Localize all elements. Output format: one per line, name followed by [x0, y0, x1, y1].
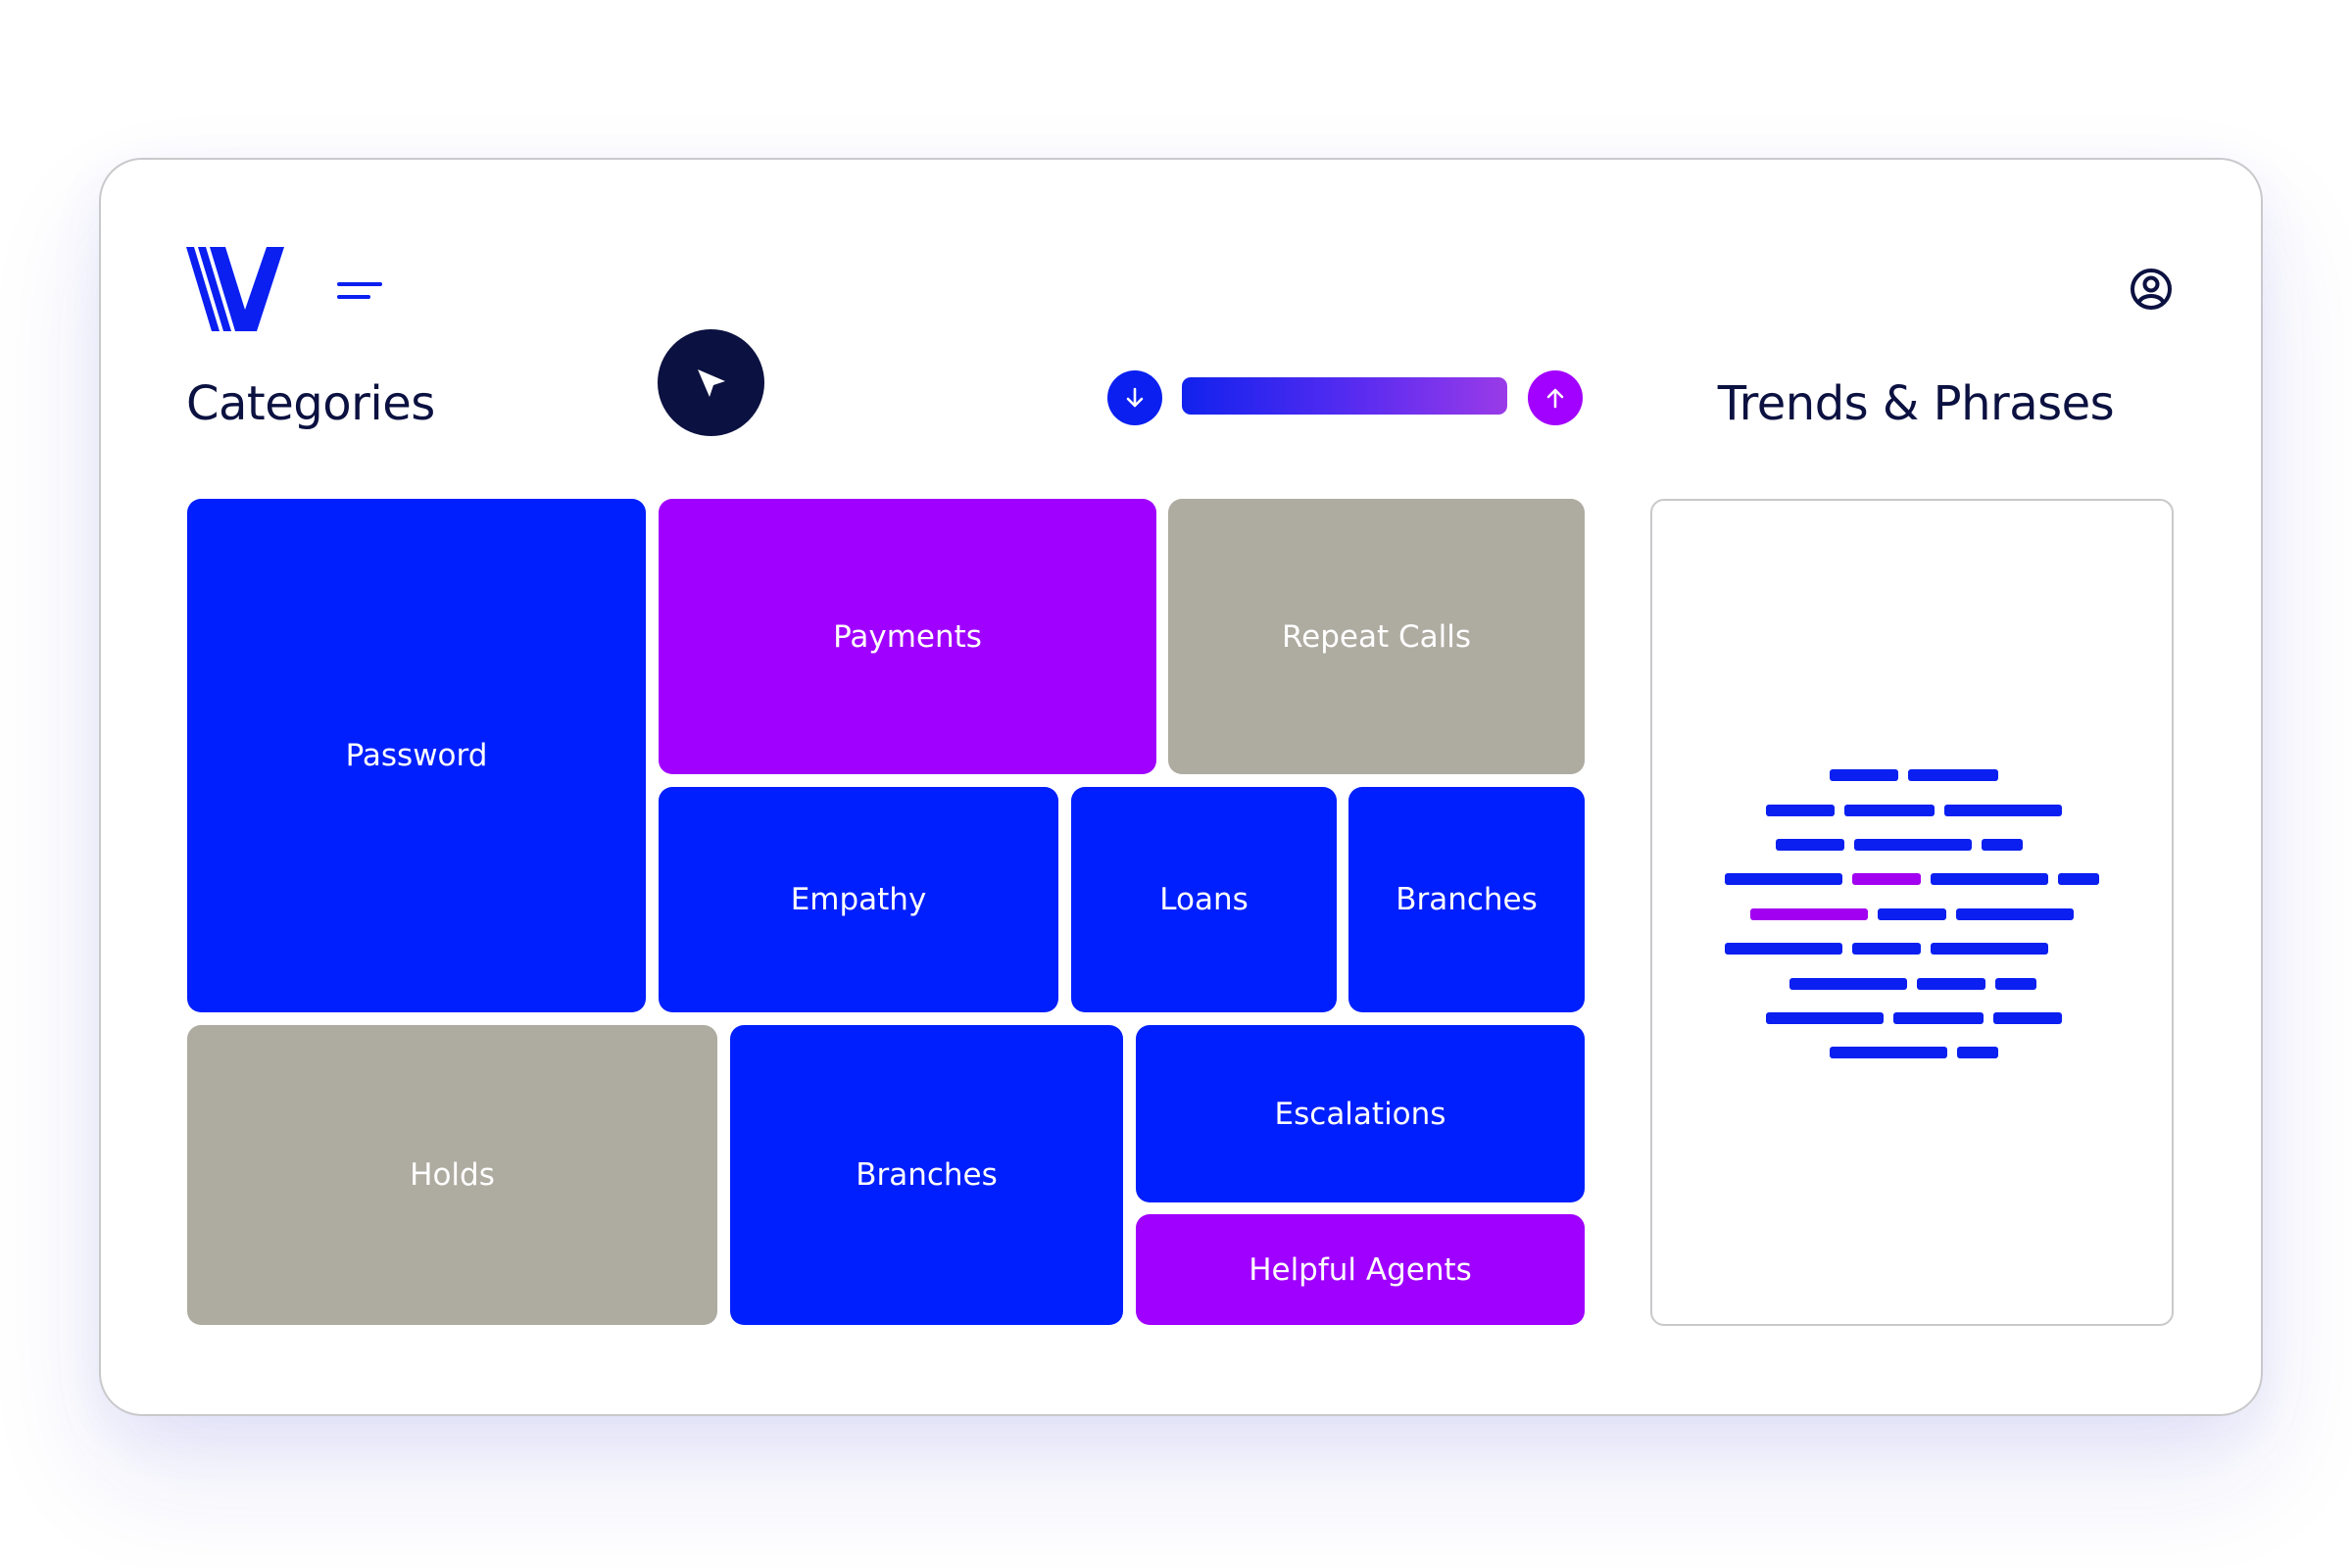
tile-holds[interactable]: Holds — [187, 1025, 717, 1325]
phrase-cloud-graphic — [1652, 501, 2172, 1324]
tile-label: Repeat Calls — [1282, 618, 1471, 655]
tile-label: Password — [345, 738, 488, 773]
app-stage: Categories Trends & Phrases Password Pay… — [0, 0, 2352, 1568]
tile-label: Escalations — [1274, 1096, 1446, 1132]
arrow-up-icon — [1546, 388, 1564, 409]
categories-title: Categories — [186, 376, 435, 431]
tile-escalations[interactable]: Escalations — [1136, 1025, 1585, 1202]
tile-label: Branches — [1396, 882, 1538, 917]
tile-loans[interactable]: Loans — [1071, 787, 1337, 1012]
brand-v-logo-icon — [186, 247, 284, 331]
sort-gradient-slider[interactable] — [1182, 377, 1507, 415]
tile-empathy[interactable]: Empathy — [659, 787, 1058, 1012]
tile-label: Holds — [410, 1157, 495, 1193]
tile-branches[interactable]: Branches — [1348, 787, 1585, 1012]
tile-label: Loans — [1159, 882, 1249, 917]
tile-helpful-agents[interactable]: Helpful Agents — [1136, 1214, 1585, 1325]
tile-payments[interactable]: Payments — [659, 499, 1156, 774]
tile-label: Payments — [833, 618, 982, 655]
tile-label: Branches — [856, 1157, 998, 1193]
trends-title: Trends & Phrases — [1717, 376, 2115, 431]
tile-password[interactable]: Password — [187, 499, 646, 1012]
trends-panel — [1650, 499, 2174, 1326]
arrow-down-icon — [1126, 387, 1144, 408]
tile-label: Helpful Agents — [1249, 1251, 1472, 1288]
sort-descending-button[interactable] — [1107, 370, 1162, 425]
tile-label: Empathy — [790, 882, 927, 917]
tile-repeat-calls[interactable]: Repeat Calls — [1168, 499, 1585, 774]
sort-ascending-button[interactable] — [1528, 370, 1583, 425]
hamburger-menu-icon[interactable] — [337, 278, 382, 304]
pointer-tool-button[interactable] — [658, 329, 764, 436]
user-account-icon[interactable] — [2129, 267, 2174, 312]
pointer-arrow-icon — [697, 368, 725, 397]
tile-branches-2[interactable]: Branches — [730, 1025, 1123, 1325]
